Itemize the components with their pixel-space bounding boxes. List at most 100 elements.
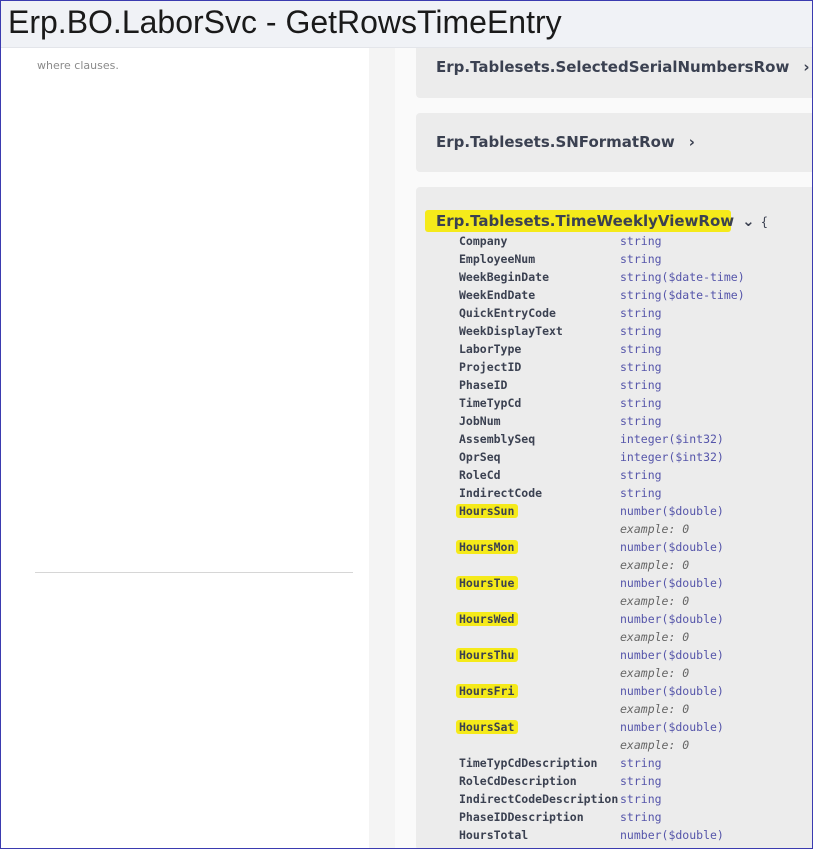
property-type: string [620,360,662,374]
property-row: HoursSat number($double) [456,718,759,736]
property-name: WeekBeginDate [459,270,550,284]
property-row: WeekBeginDate string($date-time) [459,268,759,286]
left-panel: where clauses. [7,1,369,848]
property-type: string [620,468,662,482]
property-row: HoursFri number($double) [456,682,759,700]
property-example: example: 0 [620,522,690,536]
property-type: number($double) [620,828,724,842]
property-type: string [620,324,662,338]
property-type: string [620,414,662,428]
property-row: IndirectCode string [459,484,759,502]
property-example: example: 0 [620,594,690,608]
property-row: QuickEntryCode string [459,304,759,322]
property-row: HoursThu number($double) [456,646,759,664]
property-name: HoursTotal [459,828,529,842]
property-type: string [620,252,662,266]
property-name: JobNum [459,414,501,428]
property-name: HoursSat [459,720,515,734]
model-name: Erp.Tablesets.TimeWeeklyViewRow [436,212,735,230]
property-type: string [620,396,662,410]
property-type: string [620,486,662,500]
chevron-down-icon[interactable]: ⌄ [742,212,755,230]
property-name: EmployeeNum [459,252,536,266]
property-name: RoleCdDescription [459,774,577,788]
model-name: Erp.Tablesets.SNFormatRow [436,133,675,151]
property-name: WeekEndDate [459,288,536,302]
property-type: string [620,756,662,770]
chevron-right-icon[interactable]: › [803,58,809,76]
property-type: string [620,342,662,356]
property-type: number($double) [620,540,724,554]
property-row: LaborType string [459,340,759,358]
property-row: TimeTypCd string [459,394,759,412]
property-name: QuickEntryCode [459,306,556,320]
property-name: HoursFri [459,684,515,698]
property-type: number($double) [620,648,724,662]
property-type: string [620,810,662,824]
property-name: IndirectCodeDescription [459,792,619,806]
property-row: JobNum string [459,412,759,430]
property-example: example: 0 [620,702,690,716]
property-type: integer($int32) [620,450,724,464]
property-type: string [620,774,662,788]
panel-gutter [369,1,395,848]
property-name: HoursMon [459,540,515,554]
property-example: example: 0 [620,558,690,572]
divider [35,572,353,573]
model-selected-serial-numbers-row[interactable]: Erp.Tablesets.SelectedSerialNumbersRow › [416,41,812,98]
property-example-row: example: 0 [459,556,759,574]
property-type: string [620,378,662,392]
property-row: HoursSun number($double) [456,502,759,520]
property-row: Company string [459,232,759,250]
property-type: number($double) [620,684,724,698]
property-example-row: example: 0 [459,592,759,610]
model-name: Erp.Tablesets.SelectedSerialNumbersRow [436,58,790,76]
property-row: WeekDisplayText string [459,322,759,340]
property-row: HoursMon number($double) [456,538,759,556]
property-type: string [620,234,662,248]
property-row: ProjectID string [459,358,759,376]
property-row: PhaseID string [459,376,759,394]
property-example: example: 0 [620,666,690,680]
property-row: WeekEndDate string($date-time) [459,286,759,304]
property-row: EmployeeNum string [459,250,759,268]
open-brace: { [760,215,768,229]
property-name: TimeTypCd [459,396,522,410]
property-example-row: example: 0 [459,700,759,718]
property-name: AssemblySeq [459,432,536,446]
property-example-row: example: 0 [459,628,759,646]
property-row: PhaseIDDescription string [459,808,759,826]
property-name: WeekDisplayText [459,324,563,338]
property-name: PhaseIDDescription [459,810,584,824]
property-type: string [620,306,662,320]
property-name: RoleCd [459,468,501,482]
property-row: HoursTotal number($double) [459,826,759,844]
property-example: example: 0 [620,630,690,644]
model-sn-format-row[interactable]: Erp.Tablesets.SNFormatRow › [416,113,812,172]
property-example-row: example: 0 [459,664,759,682]
property-name: LaborType [459,342,522,356]
property-type: number($double) [620,504,724,518]
property-type: number($double) [620,720,724,734]
property-row: AssemblySeq integer($int32) [459,430,759,448]
property-row: IndirectCodeDescription string [459,790,759,808]
expanded-model-header[interactable]: Erp.Tablesets.TimeWeeklyViewRow ⌄ { [436,212,768,230]
property-name: Company [459,234,508,248]
property-type: string [620,792,662,806]
property-row: OprSeq integer($int32) [459,448,759,466]
window-title-bar: Erp.BO.LaborSvc - GetRowsTimeEntry [1,1,812,48]
property-name: ProjectID [459,360,522,374]
property-row: HoursTue number($double) [456,574,759,592]
property-row: TimeTypCdDescription string [459,754,759,772]
property-name: OprSeq [459,450,501,464]
property-name: PhaseID [459,378,508,392]
page-title: Erp.BO.LaborSvc - GetRowsTimeEntry [8,4,562,40]
property-name: HoursTue [459,576,515,590]
description-fragment: where clauses. [37,59,119,72]
property-row: RoleCd string [459,466,759,484]
property-name: HoursWed [459,612,515,626]
chevron-right-icon[interactable]: › [689,133,695,151]
property-name: IndirectCode [459,486,543,500]
property-type: string($date-time) [620,270,745,284]
property-example-row: example: 0 [459,736,759,754]
